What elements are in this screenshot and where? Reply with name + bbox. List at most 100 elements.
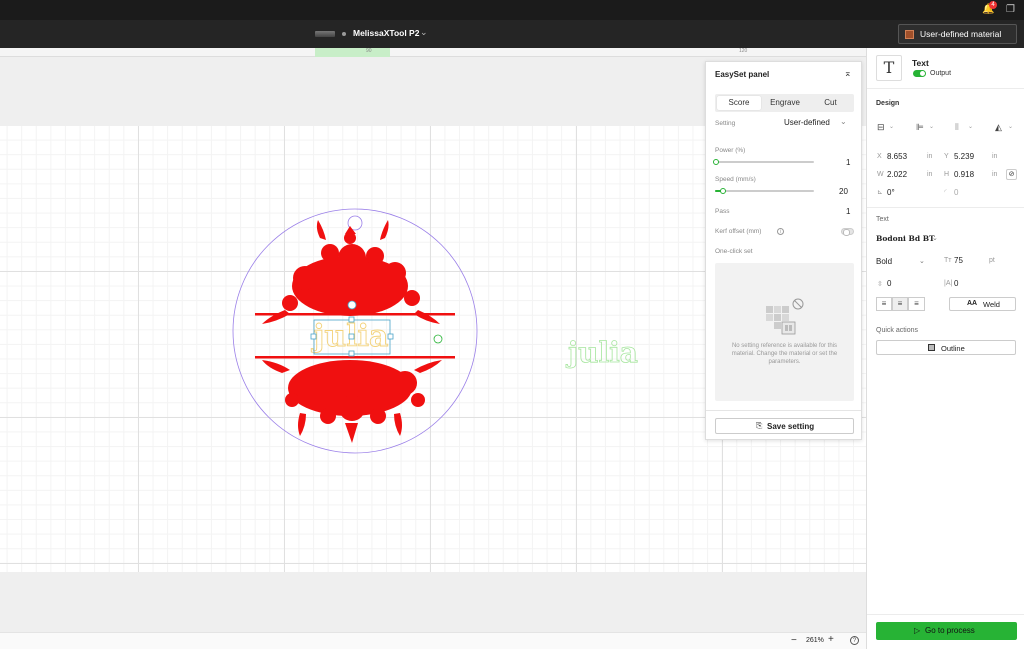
easyset-title: EasySet panel bbox=[715, 70, 770, 79]
speed-value[interactable]: 20 bbox=[839, 187, 848, 196]
play-icon: ▷ bbox=[914, 626, 921, 635]
corner-radius-icon: ◜ bbox=[944, 189, 947, 196]
distribute-icon[interactable]: ⫴ bbox=[955, 122, 959, 133]
object-type-label: Text bbox=[912, 58, 929, 68]
help-icon[interactable]: ? bbox=[850, 636, 859, 645]
selection-center-handle[interactable] bbox=[348, 333, 355, 340]
chevron-down-icon[interactable]: ⌄ bbox=[889, 123, 894, 130]
font-size-unit: pt bbox=[989, 257, 995, 264]
h-label: H bbox=[944, 171, 950, 178]
rotation-icon: ⊾ bbox=[877, 189, 883, 196]
system-bar: 🔔 4 ❐ bbox=[0, 0, 1024, 20]
zoom-out-button[interactable]: − bbox=[791, 635, 797, 646]
width-unit: in bbox=[927, 171, 933, 178]
speed-slider[interactable] bbox=[715, 188, 814, 194]
height-input[interactable]: 0.918 bbox=[954, 170, 974, 179]
align-text-right-icon[interactable]: ≡ bbox=[908, 297, 925, 311]
font-size-input[interactable]: 75 bbox=[954, 256, 963, 265]
empty-state-message: No setting reference is available for th… bbox=[731, 343, 838, 365]
zoom-bar: − 261% + ? bbox=[0, 632, 866, 649]
material-label: User-defined material bbox=[920, 29, 1002, 39]
y-unit: in bbox=[992, 153, 998, 160]
w-label: W bbox=[877, 171, 884, 178]
tab-score[interactable]: Score bbox=[717, 96, 761, 110]
split-bar-bottom[interactable] bbox=[255, 356, 455, 359]
oneclick-label: One-click set bbox=[715, 248, 753, 255]
selection-handle[interactable] bbox=[310, 333, 317, 340]
pass-value[interactable]: 1 bbox=[846, 207, 850, 216]
design-section-title: Design bbox=[876, 100, 900, 107]
kerf-toggle[interactable] bbox=[841, 228, 854, 236]
weld-label: Weld bbox=[983, 300, 1000, 309]
device-thumbnail bbox=[315, 31, 335, 37]
output-toggle[interactable] bbox=[913, 70, 926, 77]
selection-handle[interactable] bbox=[348, 350, 355, 357]
power-value[interactable]: 1 bbox=[846, 158, 850, 167]
chevron-down-icon[interactable]: ⌄ bbox=[929, 123, 934, 130]
split-bar-top[interactable] bbox=[255, 313, 455, 316]
process-tabs: Score Engrave Cut bbox=[715, 94, 854, 112]
corner-radius-input[interactable]: 0 bbox=[954, 188, 958, 197]
chevron-down-icon[interactable]: ⌄ bbox=[968, 123, 973, 130]
chevron-down-icon[interactable]: ⌄ bbox=[1008, 123, 1013, 130]
setting-label: Setting bbox=[715, 120, 736, 127]
align-text-center-icon[interactable]: ≡ bbox=[892, 297, 908, 311]
font-family-dropdown[interactable]: Bodoni Bd BT bbox=[876, 234, 935, 243]
width-input[interactable]: 2.022 bbox=[887, 170, 907, 179]
align-objects-icon[interactable]: ⊟ bbox=[877, 122, 885, 133]
selection-handle[interactable] bbox=[387, 333, 394, 340]
floral-bottom[interactable] bbox=[262, 360, 442, 443]
power-slider[interactable] bbox=[712, 159, 814, 165]
output-label: Output bbox=[930, 70, 952, 77]
x-input[interactable]: 8.653 bbox=[887, 152, 907, 161]
kerf-label: Kerf offset (mm) bbox=[715, 228, 762, 235]
zoom-level[interactable]: 261% bbox=[806, 637, 824, 644]
selection-handle[interactable] bbox=[348, 316, 355, 323]
align-text-left-icon[interactable]: ≡ bbox=[876, 297, 892, 311]
pass-label: Pass bbox=[715, 208, 730, 215]
rotate-handle-icon[interactable] bbox=[347, 300, 357, 310]
aspect-lock-icon[interactable]: ⊘ bbox=[1006, 169, 1017, 180]
link-handle-icon[interactable] bbox=[433, 334, 443, 344]
weld-icon: AA bbox=[967, 300, 978, 307]
setting-dropdown[interactable]: User-defined bbox=[784, 118, 830, 127]
window-switch-icon[interactable]: ❐ bbox=[1006, 4, 1018, 16]
line-spacing-icon: ⇳ bbox=[877, 281, 883, 288]
flip-icon[interactable]: ◭ bbox=[995, 122, 1002, 133]
chevron-down-icon[interactable]: ⌄ bbox=[919, 257, 925, 265]
chevron-down-icon[interactable]: ⌄ bbox=[840, 117, 847, 126]
info-icon[interactable]: i bbox=[777, 228, 784, 235]
oneclick-empty-state: No setting reference is available for th… bbox=[715, 263, 854, 401]
line-spacing-input[interactable]: 0 bbox=[887, 279, 891, 288]
chevron-down-icon[interactable]: ⌄ bbox=[932, 234, 938, 242]
material-button[interactable]: User-defined material bbox=[898, 24, 1017, 44]
height-unit: in bbox=[992, 171, 998, 178]
power-slider-knob[interactable] bbox=[712, 159, 719, 165]
device-status-dot bbox=[342, 32, 346, 36]
divider bbox=[867, 207, 1024, 208]
no-reference-illustration-icon bbox=[766, 298, 804, 335]
save-setting-button[interactable]: ⎘ Save setting bbox=[715, 418, 854, 434]
rotation-input[interactable]: 0° bbox=[887, 188, 895, 197]
speed-slider-knob[interactable] bbox=[719, 188, 726, 194]
y-label: Y bbox=[944, 153, 949, 160]
collapse-icon[interactable]: ⌅ bbox=[844, 68, 852, 79]
font-weight-dropdown[interactable]: Bold bbox=[876, 257, 892, 266]
go-to-process-button[interactable]: ▷ Go to process bbox=[876, 622, 1017, 640]
divider bbox=[706, 410, 861, 411]
save-setting-label: Save setting bbox=[767, 422, 815, 431]
tab-engrave[interactable]: Engrave bbox=[763, 96, 807, 110]
align-left-icon[interactable]: ⊫ bbox=[916, 122, 924, 133]
zoom-in-button[interactable]: + bbox=[828, 634, 834, 645]
device-name[interactable]: MelissaXTool P2 bbox=[353, 28, 419, 38]
y-input[interactable]: 5.239 bbox=[954, 152, 974, 161]
go-to-process-label: Go to process bbox=[925, 626, 975, 635]
outline-icon bbox=[928, 344, 935, 351]
preview-text-julia[interactable]: julia bbox=[565, 336, 639, 370]
chevron-down-icon[interactable]: ⌄ bbox=[420, 27, 428, 38]
outline-button[interactable]: Outline bbox=[876, 340, 1016, 355]
tab-cut[interactable]: Cut bbox=[809, 96, 852, 110]
weld-button[interactable]: AA Weld bbox=[949, 297, 1016, 311]
x-unit: in bbox=[927, 153, 933, 160]
letter-spacing-input[interactable]: 0 bbox=[954, 279, 958, 288]
